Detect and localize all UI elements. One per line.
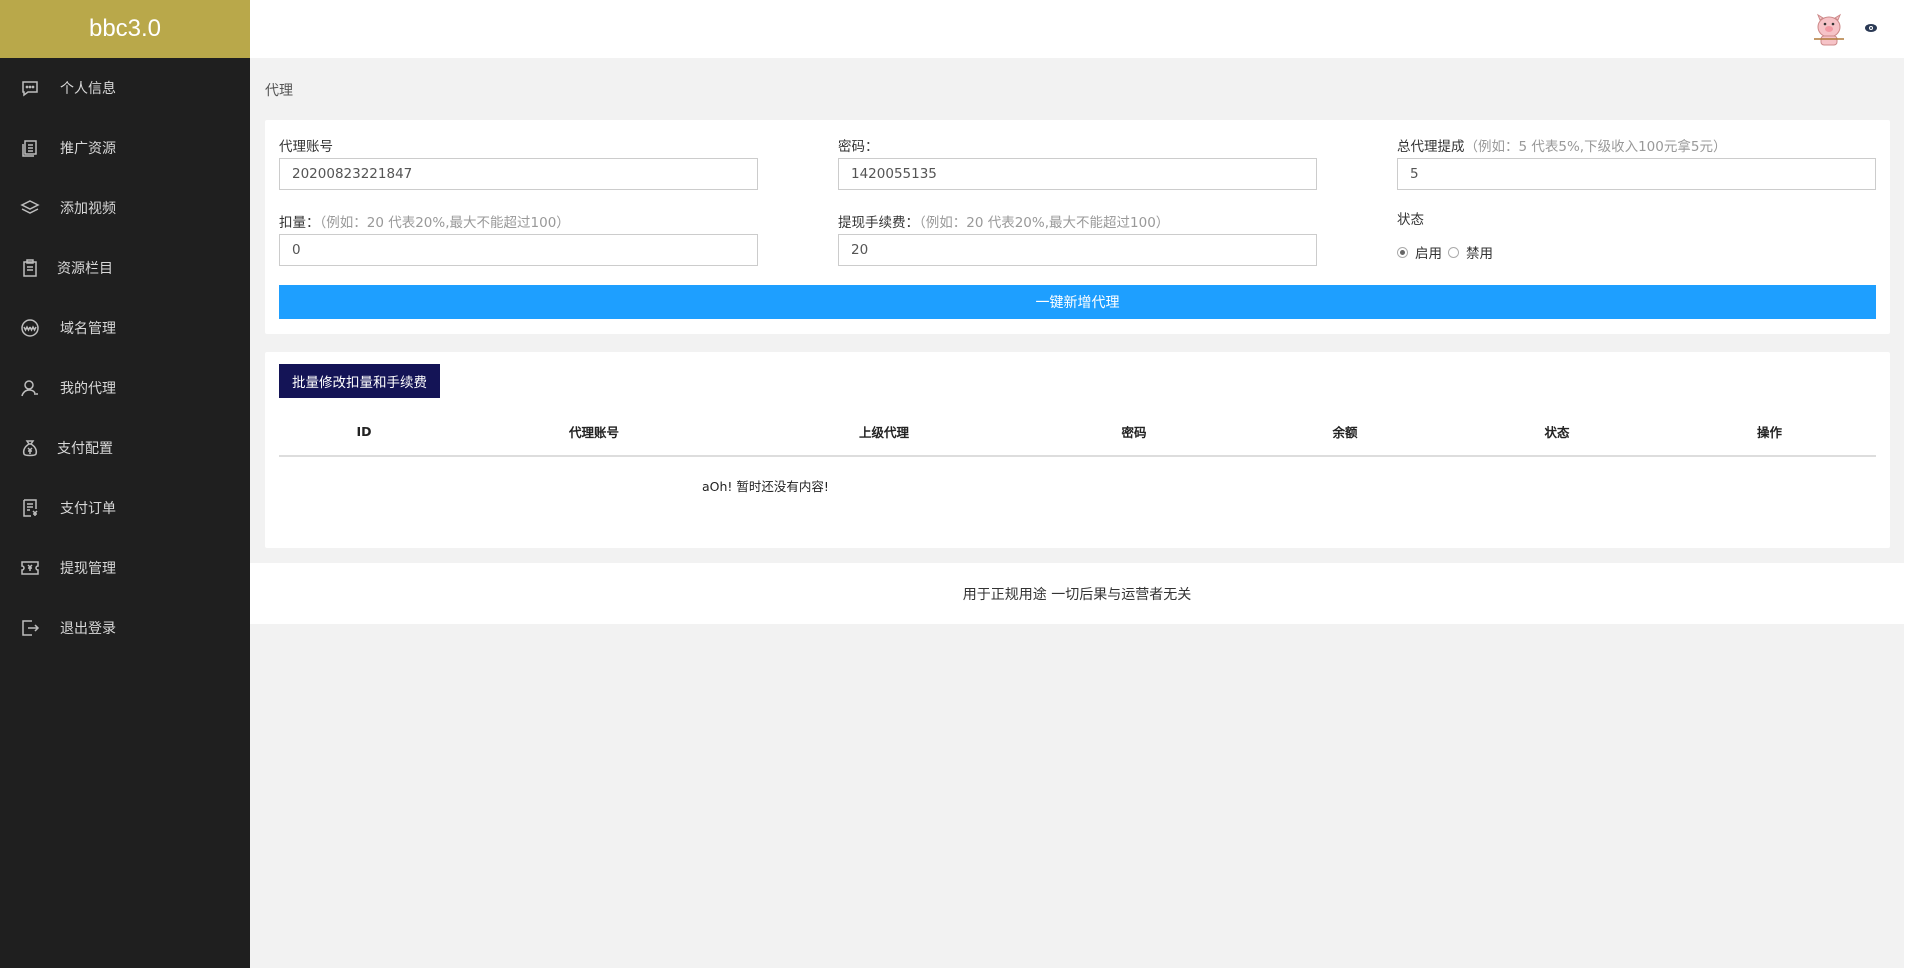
column-header-parent-agent: 上级代理 (858, 424, 909, 440)
fee-hint: （例如：20 代表20%,最大不能超过100） (919, 215, 1170, 231)
stack-docs-icon (19, 137, 41, 159)
sidebar-item-withdrawals[interactable]: 提现管理 (0, 538, 250, 598)
column-header-password: 密码 (1121, 424, 1147, 440)
sidebar-item-label: 退出登录 (60, 621, 116, 637)
sidebar: bbc3.0 个人信息 推广资源 添加视频 资源栏目 域名管理 我的代理 支付配… (0, 0, 250, 968)
deduction-label: 扣量：（例如：20 代表20%,最大不能超过100） (279, 211, 570, 231)
sidebar-item-logout[interactable]: 退出登录 (0, 598, 250, 658)
sidebar-item-label: 我的代理 (60, 381, 116, 397)
fee-label: 提现手续费：（例如：20 代表20%,最大不能超过100） (838, 211, 1169, 231)
top-header (250, 0, 1904, 58)
batch-edit-button[interactable]: 批量修改扣量和手续费 (279, 364, 440, 398)
sidebar-item-payment-orders[interactable]: 支付订单 (0, 478, 250, 538)
sidebar-item-label: 资源栏目 (57, 261, 113, 277)
column-header-status: 状态 (1544, 424, 1570, 440)
deduction-label-text: 扣量： (279, 215, 320, 231)
table-header: ID 代理账号 上级代理 密码 余额 状态 操作 (279, 407, 1876, 457)
commission-label: 总代理提成（例如：5 代表5%,下级收入100元拿5元） (1397, 135, 1726, 155)
footer-notice: 用于正规用途 一切后果与运营者无关 (250, 563, 1904, 624)
sidebar-item-label: 支付订单 (60, 501, 116, 517)
column-header-account: 代理账号 (568, 424, 619, 440)
status-disabled-label[interactable]: 禁用 (1466, 242, 1493, 262)
sidebar-item-payment-config[interactable]: 支付配置 (0, 418, 250, 478)
commission-label-text: 总代理提成 (1397, 139, 1465, 155)
user-icon (19, 377, 41, 399)
sidebar-item-domain[interactable]: 域名管理 (0, 298, 250, 358)
sidebar-item-label: 支付配置 (57, 441, 113, 457)
ticket-icon (19, 557, 41, 579)
fee-input[interactable] (838, 234, 1317, 266)
add-agent-form: 代理账号 密码： 总代理提成（例如：5 代表5%,下级收入100元拿5元） 扣量… (265, 120, 1890, 334)
status-enabled-radio[interactable] (1397, 246, 1408, 258)
brand-logo[interactable]: bbc3.0 (0, 0, 250, 58)
sidebar-item-label: 推广资源 (60, 141, 116, 157)
add-agent-button[interactable]: 一键新增代理 (279, 285, 1876, 319)
password-input[interactable] (838, 158, 1317, 190)
sidebar-item-label: 个人信息 (60, 81, 116, 97)
status-label: 状态 (1397, 212, 1424, 228)
layers-icon (19, 197, 41, 219)
chat-icon (19, 77, 41, 99)
sidebar-menu: 个人信息 推广资源 添加视频 资源栏目 域名管理 我的代理 支付配置 支付订单 … (0, 58, 250, 658)
sidebar-item-profile[interactable]: 个人信息 (0, 58, 250, 118)
sidebar-item-resource-columns[interactable]: 资源栏目 (0, 238, 250, 298)
sidebar-item-label: 提现管理 (60, 561, 116, 577)
fee-label-text: 提现手续费： (838, 215, 919, 231)
column-header-balance: 余额 (1332, 424, 1358, 440)
clipboard-icon (19, 257, 41, 279)
status-radio-group: 启用 禁用 (1397, 242, 1493, 262)
money-bag-icon (19, 437, 41, 459)
empty-table-message: aOh! 暂时还没有内容! (702, 479, 829, 494)
commission-input[interactable] (1397, 158, 1876, 190)
commission-hint: （例如：5 代表5%,下级收入100元拿5元） (1464, 139, 1727, 155)
sidebar-item-add-video[interactable]: 添加视频 (0, 178, 250, 238)
avatar[interactable] (1812, 12, 1846, 48)
column-header-actions: 操作 (1756, 424, 1782, 440)
sidebar-item-promo-resources[interactable]: 推广资源 (0, 118, 250, 178)
deduction-hint: （例如：20 代表20%,最大不能超过100） (319, 215, 570, 231)
sidebar-item-label: 添加视频 (60, 201, 116, 217)
sidebar-item-label: 域名管理 (60, 321, 116, 337)
agent-table-card: 批量修改扣量和手续费 ID 代理账号 上级代理 密码 余额 状态 操作 aOh!… (265, 352, 1890, 548)
status-disabled-radio[interactable] (1448, 246, 1459, 258)
logout-icon (19, 617, 41, 639)
www-icon (19, 317, 41, 339)
status-enabled-label[interactable]: 启用 (1415, 242, 1442, 262)
column-header-id: ID (356, 423, 372, 439)
account-input[interactable] (279, 158, 758, 190)
account-label: 代理账号 (279, 139, 333, 155)
receipt-icon (19, 497, 41, 519)
password-label: 密码： (838, 139, 879, 155)
deduction-input[interactable] (279, 234, 758, 266)
eye-icon[interactable] (1864, 21, 1878, 35)
sidebar-item-my-agents[interactable]: 我的代理 (0, 358, 250, 418)
breadcrumb: 代理 (265, 83, 293, 99)
page-right-edge (1904, 0, 1922, 968)
